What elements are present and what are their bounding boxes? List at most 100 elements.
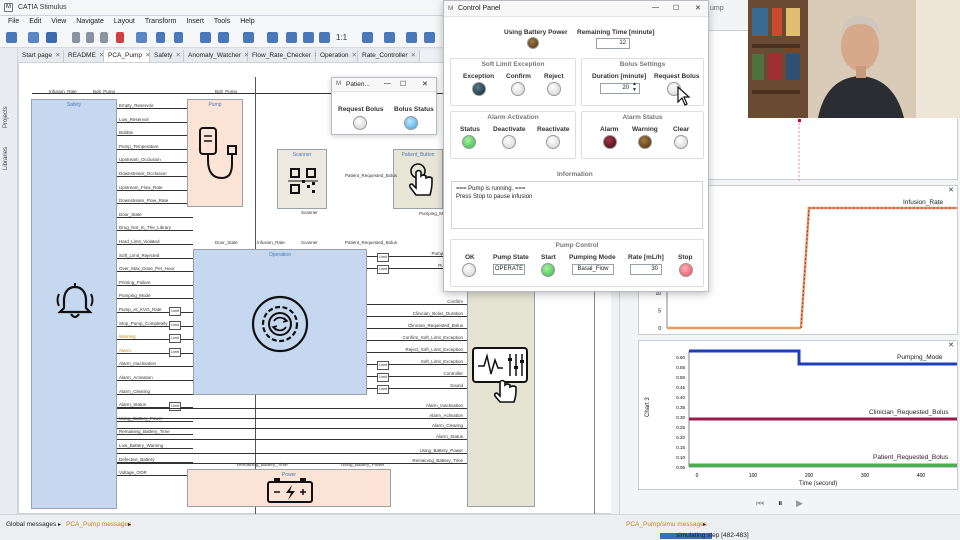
- unit-converter-block[interactable]: Limit: [169, 320, 181, 330]
- menu-tools[interactable]: Tools: [214, 16, 230, 28]
- group-title: Alarm Status: [622, 114, 663, 121]
- check-icon[interactable]: [200, 32, 211, 43]
- wire: [117, 121, 187, 123]
- tab-rate-controller[interactable]: Rate_Controller ✕: [358, 50, 420, 62]
- maximize-icon[interactable]: ☐: [400, 80, 406, 88]
- unit-converter-block[interactable]: Limit: [377, 373, 389, 382]
- unit-converter-block[interactable]: Limit: [377, 265, 389, 274]
- wire: [367, 352, 467, 353]
- zoom-select-icon[interactable]: [303, 32, 314, 43]
- delete-icon[interactable]: [116, 32, 124, 43]
- unit-converter-block[interactable]: Limit: [377, 253, 389, 262]
- stop-button[interactable]: [679, 263, 693, 277]
- safety-block[interactable]: Safety: [31, 99, 117, 509]
- menu-view[interactable]: View: [51, 16, 66, 28]
- unit-converter-block[interactable]: Limit: [169, 307, 181, 316]
- open-folder-icon[interactable]: [28, 32, 39, 43]
- tab-operation[interactable]: Operation ✕: [316, 50, 358, 62]
- skip-back-icon[interactable]: ⏮: [756, 498, 764, 509]
- wire: [117, 453, 467, 454]
- zoom-reset-button[interactable]: 1:1: [336, 33, 347, 42]
- scanner-block[interactable]: Scanner: [277, 149, 327, 209]
- zoom-out-icon[interactable]: [286, 32, 297, 43]
- minimize-icon[interactable]: —: [384, 80, 391, 87]
- reject-button[interactable]: [547, 82, 561, 96]
- zoom-in-icon[interactable]: [267, 32, 278, 43]
- play-icon[interactable]: [218, 32, 229, 43]
- menu-transform[interactable]: Transform: [145, 16, 177, 28]
- tab-flow-rate-checker[interactable]: Flow_Rate_Checker✕: [248, 50, 319, 62]
- close-icon[interactable]: ✕: [55, 52, 60, 59]
- confirm-button[interactable]: [511, 82, 525, 96]
- request-bolus-button[interactable]: [353, 116, 367, 130]
- port-label: Door_State: [215, 240, 238, 245]
- paste-icon[interactable]: [100, 32, 108, 43]
- unit-converter-block[interactable]: Limit: [169, 402, 181, 412]
- pca-pump-messages-tab[interactable]: PCA_Pump messages: [66, 521, 131, 528]
- menu-layout[interactable]: Layout: [114, 16, 135, 28]
- copy-icon[interactable]: [86, 32, 94, 43]
- redo-icon[interactable]: [174, 32, 183, 43]
- libraries-tab[interactable]: Libraries: [3, 147, 9, 170]
- maximize-icon[interactable]: ☐: [673, 4, 679, 12]
- start-button[interactable]: [541, 263, 555, 277]
- tab-start-page[interactable]: Start page ✕: [18, 50, 64, 62]
- close-icon[interactable]: ✕: [175, 52, 180, 59]
- menu-insert[interactable]: Insert: [186, 16, 204, 28]
- close-icon[interactable]: ✕: [411, 52, 416, 59]
- unit-converter-block[interactable]: Limit: [169, 334, 181, 344]
- y-tick-label: 0.55: [676, 365, 685, 370]
- pump-block[interactable]: Pump: [187, 99, 243, 207]
- chevron-right-icon[interactable]: ▸: [58, 521, 61, 528]
- rate-field[interactable]: 30: [630, 264, 662, 275]
- spin-up-down-icon[interactable]: ▲ ▼: [632, 81, 637, 93]
- reactivate-button[interactable]: [546, 135, 560, 149]
- ok-button[interactable]: [462, 263, 476, 277]
- distribute-icon[interactable]: [424, 32, 435, 43]
- global-messages-tab[interactable]: Global messages: [6, 521, 56, 528]
- projects-tab[interactable]: Projects: [3, 106, 9, 128]
- tab-pca-pump[interactable]: PCA_Pump ✕: [104, 50, 150, 62]
- port-label: Clinician_Requested_Bolus: [407, 323, 463, 328]
- unit-converter-block[interactable]: Limit: [377, 385, 389, 394]
- simu-messages-tab[interactable]: PCA_Pump/simu messages: [626, 521, 707, 528]
- undo-icon[interactable]: [156, 32, 165, 43]
- clear-button[interactable]: [674, 135, 688, 149]
- warning-label: Warning: [632, 126, 658, 133]
- save-icon[interactable]: [46, 32, 57, 43]
- find-icon[interactable]: [136, 32, 147, 43]
- menu-edit[interactable]: Edit: [29, 16, 41, 28]
- cut-icon[interactable]: [72, 32, 80, 43]
- fit-icon[interactable]: [319, 32, 330, 43]
- close-icon[interactable]: ✕: [352, 52, 357, 59]
- close-icon[interactable]: ✕: [695, 4, 701, 12]
- side-panel: Projects Libraries: [0, 48, 18, 514]
- menu-navigate[interactable]: Navigate: [76, 16, 104, 28]
- chevron-right-icon[interactable]: ▸: [128, 521, 131, 528]
- run-options-icon[interactable]: [243, 32, 254, 43]
- new-file-icon[interactable]: [6, 32, 17, 43]
- menu-file[interactable]: File: [8, 16, 19, 28]
- menu-help[interactable]: Help: [240, 16, 254, 28]
- tab-safety[interactable]: Safety ✕: [150, 50, 184, 62]
- play-icon[interactable]: ▶: [796, 498, 803, 509]
- pause-icon[interactable]: ⏸: [778, 498, 783, 509]
- chevron-right-icon[interactable]: ▸: [703, 521, 706, 528]
- power-block[interactable]: Power: [187, 469, 391, 507]
- align-center-icon[interactable]: [384, 32, 395, 43]
- minimize-icon[interactable]: —: [652, 4, 659, 11]
- patient-button-block[interactable]: Patient_Button: [393, 149, 443, 209]
- unit-converter-block[interactable]: Limit: [377, 361, 389, 370]
- infusion-bag-icon: [199, 127, 237, 180]
- port-label: Confirm_Soft_Limit_Exception: [402, 335, 463, 340]
- window-titlebar: M Patien... — ☐ ✕: [332, 78, 436, 92]
- tab-anomaly-watcher[interactable]: Anomaly_Watcher ✕: [184, 50, 249, 62]
- deactivate-button[interactable]: [502, 135, 516, 149]
- pumping-mode-select[interactable]: Basal_Flow: [572, 264, 614, 275]
- align-left-icon[interactable]: [362, 32, 373, 43]
- unit-converter-block[interactable]: Limit: [169, 347, 181, 357]
- align-right-icon[interactable]: [406, 32, 417, 43]
- operation-block[interactable]: Operation: [193, 249, 367, 395]
- tab-readme[interactable]: README ✕: [64, 50, 104, 62]
- close-icon[interactable]: ✕: [422, 80, 428, 88]
